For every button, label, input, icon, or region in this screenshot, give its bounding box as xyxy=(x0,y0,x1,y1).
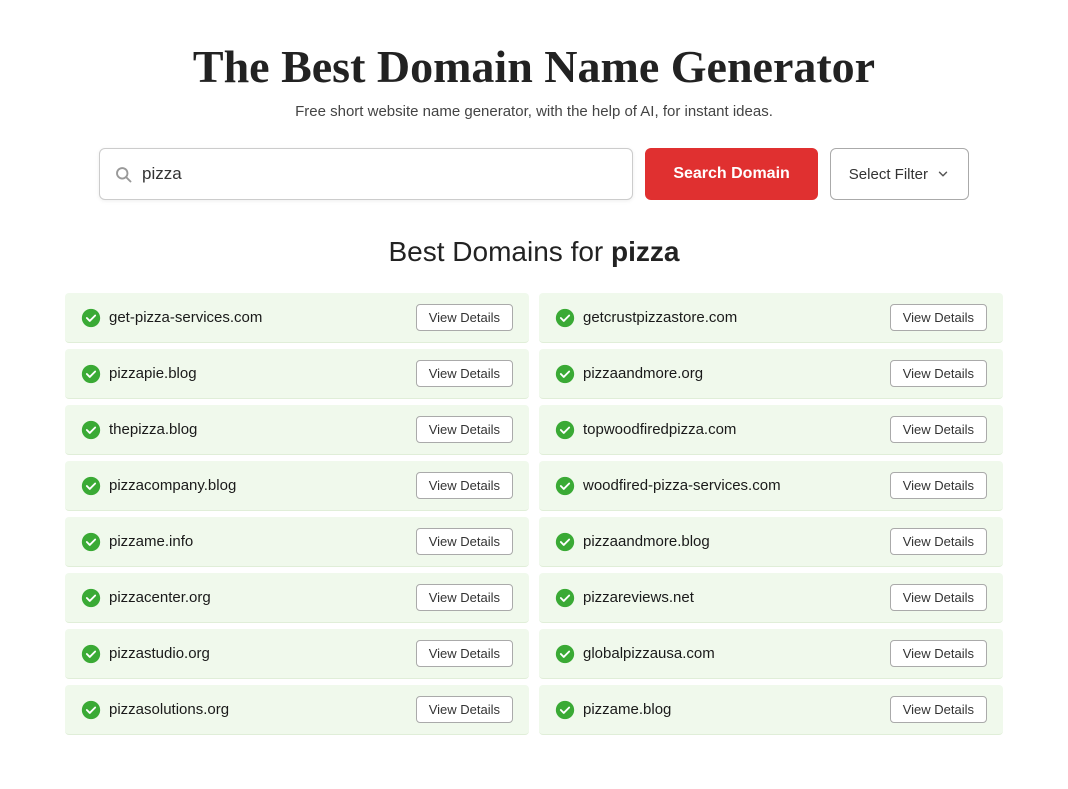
domain-row-left: thepizza.blog View Details xyxy=(65,405,529,455)
domain-left: topwoodfiredpizza.com xyxy=(555,420,736,440)
domain-name: get-pizza-services.com xyxy=(109,309,262,326)
view-details-button[interactable]: View Details xyxy=(416,360,513,387)
view-details-button[interactable]: View Details xyxy=(890,416,987,443)
domain-name: getcrustpizzastore.com xyxy=(583,309,737,326)
view-details-button[interactable]: View Details xyxy=(416,416,513,443)
check-circle-icon xyxy=(81,644,101,664)
domain-left: getcrustpizzastore.com xyxy=(555,308,737,328)
domain-row-left: pizzapie.blog View Details xyxy=(65,349,529,399)
domain-name: pizzaandmore.org xyxy=(583,365,703,382)
domain-row-left: pizzasolutions.org View Details xyxy=(65,685,529,735)
view-details-button[interactable]: View Details xyxy=(890,528,987,555)
domain-name: pizzapie.blog xyxy=(109,365,197,382)
domain-left: pizzacenter.org xyxy=(81,588,211,608)
domain-name: pizzastudio.org xyxy=(109,645,210,662)
domain-left: thepizza.blog xyxy=(81,420,197,440)
filter-label: Select Filter xyxy=(849,166,928,183)
view-details-button[interactable]: View Details xyxy=(416,640,513,667)
view-details-button[interactable]: View Details xyxy=(416,472,513,499)
domain-left: globalpizzausa.com xyxy=(555,644,715,664)
check-circle-icon xyxy=(81,364,101,384)
domain-name: thepizza.blog xyxy=(109,421,197,438)
view-details-button[interactable]: View Details xyxy=(890,360,987,387)
view-details-button[interactable]: View Details xyxy=(416,304,513,331)
view-details-button[interactable]: View Details xyxy=(416,696,513,723)
view-details-button[interactable]: View Details xyxy=(890,640,987,667)
domain-name: woodfired-pizza-services.com xyxy=(583,477,781,494)
domain-row-right: woodfired-pizza-services.com View Detail… xyxy=(539,461,1003,511)
domain-left: pizzame.blog xyxy=(555,700,671,720)
domain-left: pizzaandmore.blog xyxy=(555,532,710,552)
view-details-button[interactable]: View Details xyxy=(890,472,987,499)
view-details-button[interactable]: View Details xyxy=(416,528,513,555)
check-circle-icon xyxy=(81,308,101,328)
domain-left: pizzapie.blog xyxy=(81,364,197,384)
check-circle-icon xyxy=(555,700,575,720)
results-heading: Best Domains for pizza xyxy=(60,236,1008,268)
domain-row-left: pizzastudio.org View Details xyxy=(65,629,529,679)
domain-name: pizzame.info xyxy=(109,533,193,550)
page-subtitle: Free short website name generator, with … xyxy=(60,103,1008,120)
search-input[interactable] xyxy=(142,164,618,184)
check-circle-icon xyxy=(555,420,575,440)
chevron-down-icon xyxy=(936,167,950,181)
domain-name: globalpizzausa.com xyxy=(583,645,715,662)
check-circle-icon xyxy=(555,364,575,384)
view-details-button[interactable]: View Details xyxy=(890,696,987,723)
domain-left: pizzastudio.org xyxy=(81,644,210,664)
domain-row-left: get-pizza-services.com View Details xyxy=(65,293,529,343)
domain-row-right: globalpizzausa.com View Details xyxy=(539,629,1003,679)
domain-left: woodfired-pizza-services.com xyxy=(555,476,781,496)
search-input-wrapper xyxy=(99,148,633,200)
check-circle-icon xyxy=(555,644,575,664)
domain-name: pizzame.blog xyxy=(583,701,671,718)
domain-row-left: pizzacenter.org View Details xyxy=(65,573,529,623)
view-details-button[interactable]: View Details xyxy=(416,584,513,611)
check-circle-icon xyxy=(555,308,575,328)
domain-name: pizzasolutions.org xyxy=(109,701,229,718)
check-circle-icon xyxy=(555,588,575,608)
search-icon xyxy=(114,165,132,183)
domain-row-left: pizzacompany.blog View Details xyxy=(65,461,529,511)
check-circle-icon xyxy=(81,700,101,720)
domain-left: pizzasolutions.org xyxy=(81,700,229,720)
domain-left: get-pizza-services.com xyxy=(81,308,262,328)
domain-left: pizzame.info xyxy=(81,532,193,552)
domain-name: pizzacompany.blog xyxy=(109,477,236,494)
domain-row-right: pizzaandmore.org View Details xyxy=(539,349,1003,399)
filter-button[interactable]: Select Filter xyxy=(830,148,969,200)
check-circle-icon xyxy=(81,476,101,496)
domain-row-right: pizzaandmore.blog View Details xyxy=(539,517,1003,567)
view-details-button[interactable]: View Details xyxy=(890,304,987,331)
check-circle-icon xyxy=(555,476,575,496)
domain-name: pizzareviews.net xyxy=(583,589,694,606)
domain-row-right: pizzame.blog View Details xyxy=(539,685,1003,735)
search-button[interactable]: Search Domain xyxy=(645,148,817,200)
view-details-button[interactable]: View Details xyxy=(890,584,987,611)
domain-left: pizzaandmore.org xyxy=(555,364,703,384)
check-circle-icon xyxy=(81,532,101,552)
domain-row-right: pizzareviews.net View Details xyxy=(539,573,1003,623)
domain-name: pizzacenter.org xyxy=(109,589,211,606)
check-circle-icon xyxy=(555,532,575,552)
domain-name: pizzaandmore.blog xyxy=(583,533,710,550)
domain-left: pizzareviews.net xyxy=(555,588,694,608)
domain-row-right: topwoodfiredpizza.com View Details xyxy=(539,405,1003,455)
domain-name: topwoodfiredpizza.com xyxy=(583,421,736,438)
results-heading-prefix: Best Domains for xyxy=(389,236,612,267)
page-title: The Best Domain Name Generator xyxy=(60,40,1008,93)
results-heading-keyword: pizza xyxy=(611,236,679,267)
check-circle-icon xyxy=(81,420,101,440)
domains-grid: get-pizza-services.com View Details getc… xyxy=(60,290,1008,738)
domain-row-left: pizzame.info View Details xyxy=(65,517,529,567)
domain-row-right: getcrustpizzastore.com View Details xyxy=(539,293,1003,343)
search-bar-container: Search Domain Select Filter xyxy=(99,148,969,200)
domain-left: pizzacompany.blog xyxy=(81,476,236,496)
check-circle-icon xyxy=(81,588,101,608)
